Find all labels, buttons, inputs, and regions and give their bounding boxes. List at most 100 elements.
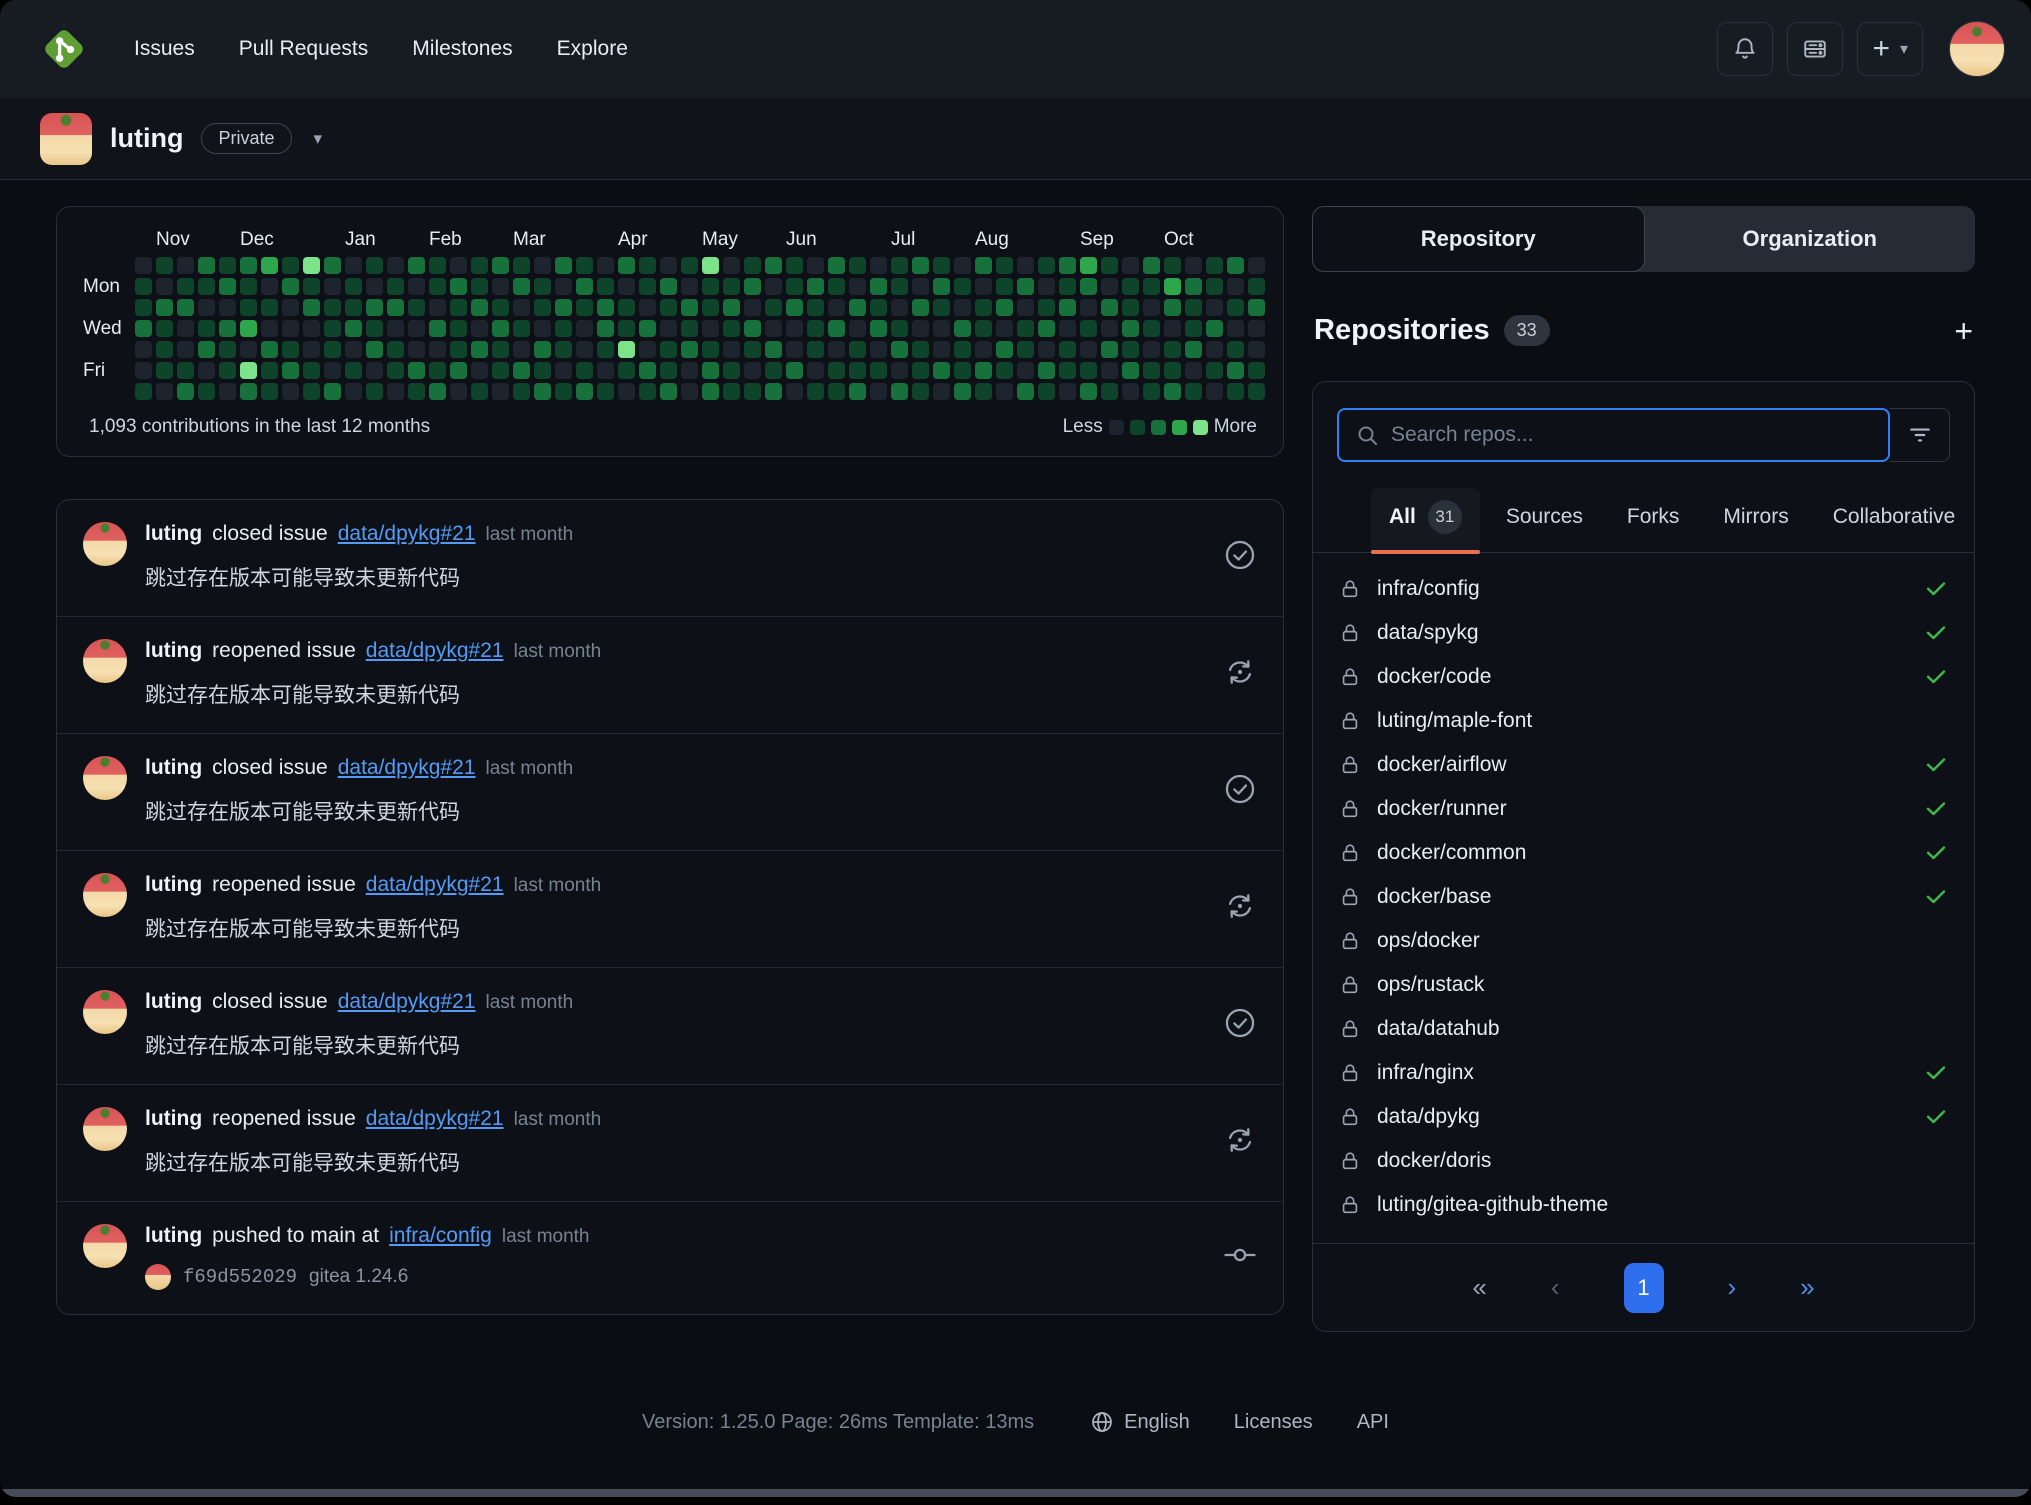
heatmap-cell[interactable] <box>324 320 341 337</box>
repo-row[interactable]: docker/doris <box>1323 1139 1964 1183</box>
heatmap-cell[interactable] <box>177 299 194 316</box>
heatmap-cell[interactable] <box>597 278 614 295</box>
heatmap-cell[interactable] <box>702 320 719 337</box>
repo-name[interactable]: docker/airflow <box>1377 753 1908 777</box>
heatmap-cell[interactable] <box>261 362 278 379</box>
repo-row[interactable]: docker/common <box>1323 831 1964 875</box>
heatmap-cell[interactable] <box>408 278 425 295</box>
heatmap-cell[interactable] <box>1017 341 1034 358</box>
heatmap-cell[interactable] <box>135 341 152 358</box>
heatmap-cell[interactable] <box>702 299 719 316</box>
heatmap-cell[interactable] <box>639 341 656 358</box>
heatmap-cell[interactable] <box>1143 341 1160 358</box>
heatmap-cell[interactable] <box>681 299 698 316</box>
heatmap-cell[interactable] <box>1038 362 1055 379</box>
heatmap-cell[interactable] <box>534 257 551 274</box>
feed-target-link[interactable]: data/dpykg#21 <box>338 990 476 1014</box>
heatmap-cell[interactable] <box>723 320 740 337</box>
heatmap-cell[interactable] <box>786 320 803 337</box>
heatmap-cell[interactable] <box>1059 320 1076 337</box>
heatmap-cell[interactable] <box>744 362 761 379</box>
heatmap-cell[interactable] <box>1122 341 1139 358</box>
heatmap-cell[interactable] <box>492 257 509 274</box>
heatmap-cell[interactable] <box>156 320 173 337</box>
heatmap-cell[interactable] <box>1206 320 1223 337</box>
heatmap-cell[interactable] <box>1164 383 1181 400</box>
feed-target-link[interactable]: data/dpykg#21 <box>366 639 504 663</box>
heatmap-cell[interactable] <box>1227 320 1244 337</box>
heatmap-cell[interactable] <box>450 320 467 337</box>
heatmap-cell[interactable] <box>870 299 887 316</box>
heatmap-cell[interactable] <box>198 362 215 379</box>
feed-actor-name[interactable]: luting <box>145 639 202 663</box>
heatmap-cell[interactable] <box>261 278 278 295</box>
heatmap-cell[interactable] <box>618 383 635 400</box>
heatmap-cell[interactable] <box>1080 257 1097 274</box>
heatmap-cell[interactable] <box>576 362 593 379</box>
heatmap-cell[interactable] <box>345 299 362 316</box>
heatmap-cell[interactable] <box>681 278 698 295</box>
heatmap-cell[interactable] <box>891 320 908 337</box>
heatmap-cell[interactable] <box>912 341 929 358</box>
profile-avatar[interactable] <box>40 113 92 165</box>
heatmap-cell[interactable] <box>1038 383 1055 400</box>
heatmap-cell[interactable] <box>891 278 908 295</box>
heatmap-cell[interactable] <box>1017 320 1034 337</box>
nav-link-milestones[interactable]: Milestones <box>396 27 528 71</box>
heatmap-cell[interactable] <box>1164 320 1181 337</box>
heatmap-cell[interactable] <box>282 278 299 295</box>
heatmap-cell[interactable] <box>492 362 509 379</box>
heatmap-cell[interactable] <box>912 383 929 400</box>
nav-link-issues[interactable]: Issues <box>118 27 211 71</box>
heatmap-cell[interactable] <box>786 278 803 295</box>
user-avatar[interactable] <box>1949 21 2005 77</box>
admin-panel-button[interactable] <box>1787 22 1843 76</box>
heatmap-cell[interactable] <box>345 278 362 295</box>
heatmap-cell[interactable] <box>555 257 572 274</box>
heatmap-cell[interactable] <box>156 341 173 358</box>
heatmap-cell[interactable] <box>1122 320 1139 337</box>
heatmap-cell[interactable] <box>870 257 887 274</box>
heatmap-cell[interactable] <box>219 383 236 400</box>
heatmap-cell[interactable] <box>198 257 215 274</box>
repo-row[interactable]: luting/maple-font <box>1323 699 1964 743</box>
heatmap-cell[interactable] <box>492 320 509 337</box>
heatmap-cell[interactable] <box>177 341 194 358</box>
heatmap-cell[interactable] <box>219 278 236 295</box>
heatmap-cell[interactable] <box>1248 299 1265 316</box>
heatmap-cell[interactable] <box>807 299 824 316</box>
repo-name[interactable]: docker/runner <box>1377 797 1908 821</box>
heatmap-cell[interactable] <box>1164 257 1181 274</box>
heatmap-cell[interactable] <box>513 257 530 274</box>
heatmap-cell[interactable] <box>156 362 173 379</box>
repo-row[interactable]: data/datahub <box>1323 1007 1964 1051</box>
heatmap-cell[interactable] <box>723 299 740 316</box>
heatmap-cell[interactable] <box>1143 299 1160 316</box>
heatmap-cell[interactable] <box>891 257 908 274</box>
feed-actor-name[interactable]: luting <box>145 1107 202 1131</box>
heatmap-cell[interactable] <box>513 278 530 295</box>
heatmap-cell[interactable] <box>1059 257 1076 274</box>
heatmap-cell[interactable] <box>1101 362 1118 379</box>
heatmap-cell[interactable] <box>219 299 236 316</box>
heatmap-cell[interactable] <box>1227 362 1244 379</box>
heatmap-cell[interactable] <box>702 383 719 400</box>
heatmap-cell[interactable] <box>555 320 572 337</box>
heatmap-cell[interactable] <box>807 383 824 400</box>
heatmap-cell[interactable] <box>912 362 929 379</box>
heatmap-cell[interactable] <box>324 299 341 316</box>
heatmap-cell[interactable] <box>471 299 488 316</box>
heatmap-cell[interactable] <box>555 278 572 295</box>
repo-name[interactable]: docker/doris <box>1377 1149 1948 1173</box>
heatmap-cell[interactable] <box>471 362 488 379</box>
heatmap-cell[interactable] <box>597 320 614 337</box>
heatmap-cell[interactable] <box>303 278 320 295</box>
heatmap-cell[interactable] <box>1059 383 1076 400</box>
heatmap-cell[interactable] <box>534 299 551 316</box>
filter-tab-forks[interactable]: Forks <box>1609 493 1698 547</box>
heatmap-cell[interactable] <box>450 341 467 358</box>
heatmap-cell[interactable] <box>429 257 446 274</box>
heatmap-cell[interactable] <box>1185 341 1202 358</box>
heatmap-cell[interactable] <box>870 383 887 400</box>
heatmap-cell[interactable] <box>492 341 509 358</box>
